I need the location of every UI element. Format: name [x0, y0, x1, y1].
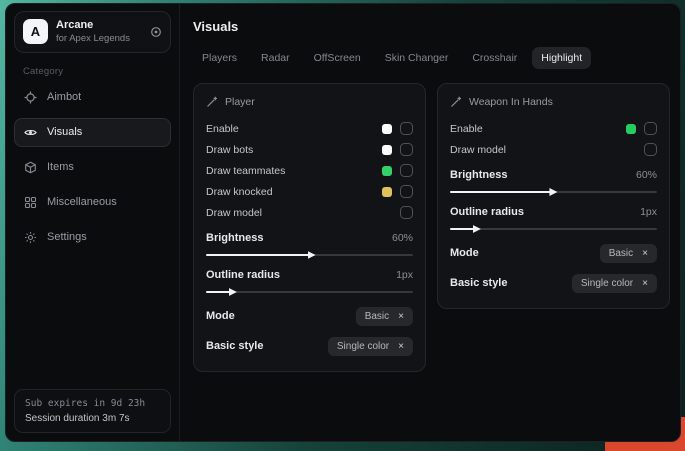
slider-track[interactable] [206, 254, 413, 256]
close-icon[interactable]: × [642, 278, 648, 289]
mode-chip[interactable]: Basic × [356, 307, 413, 326]
sidebar-item-label: Miscellaneous [47, 196, 117, 208]
sidebar: A Arcane for Apex Legends Category Aimbo… [6, 4, 180, 441]
tab-offscreen[interactable]: OffScreen [305, 47, 370, 69]
color-swatch[interactable] [626, 124, 636, 134]
tab-bar: Players Radar OffScreen Skin Changer Cro… [193, 47, 670, 69]
gear-icon [24, 231, 37, 244]
slider-track[interactable] [450, 191, 657, 193]
toggle-row-draw-model: Draw model [450, 139, 657, 160]
session-duration-text: Session duration 3m 7s [25, 413, 160, 424]
toggle-row-enable: Enable [206, 118, 413, 139]
select-mode: Mode Basic × [450, 242, 657, 264]
sidebar-item-settings[interactable]: Settings [14, 223, 171, 252]
slider-thumb[interactable] [549, 188, 557, 196]
target-icon[interactable] [150, 26, 162, 38]
color-swatch[interactable] [382, 124, 392, 134]
sidebar-item-visuals[interactable]: Visuals [14, 118, 171, 147]
sidebar-item-label: Settings [47, 231, 87, 243]
basic-style-chip[interactable]: Single color × [328, 337, 413, 356]
toggle-row-draw-teammates: Draw teammates [206, 160, 413, 181]
sidebar-item-label: Aimbot [47, 91, 81, 103]
color-swatch[interactable] [382, 187, 392, 197]
sidebar-item-items[interactable]: Items [14, 153, 171, 182]
eye-icon [24, 126, 37, 139]
slider-thumb[interactable] [229, 288, 237, 296]
checkbox[interactable] [400, 206, 413, 219]
app-subtitle: for Apex Legends [56, 33, 142, 45]
slider-outline-radius: Outline radius 1px [450, 206, 657, 230]
slider-track[interactable] [450, 228, 657, 230]
toggle-row-draw-model: Draw model [206, 202, 413, 223]
tab-crosshair[interactable]: Crosshair [463, 47, 526, 69]
sub-expires-text: Sub expires in 9d 23h [25, 398, 160, 409]
toggle-row-enable: Enable [450, 118, 657, 139]
checkbox[interactable] [400, 122, 413, 135]
close-icon[interactable]: × [398, 341, 404, 352]
sidebar-item-label: Visuals [47, 126, 82, 138]
checkbox[interactable] [400, 164, 413, 177]
sidebar-item-label: Items [47, 161, 74, 173]
slider-outline-radius: Outline radius 1px [206, 269, 413, 293]
slider-value: 60% [392, 232, 413, 244]
close-icon[interactable]: × [642, 248, 648, 259]
color-swatch[interactable] [382, 145, 392, 155]
checkbox[interactable] [644, 143, 657, 156]
app-logo: A [23, 19, 48, 44]
checkbox[interactable] [400, 143, 413, 156]
main-content: Visuals Players Radar OffScreen Skin Cha… [180, 4, 681, 441]
slider-thumb[interactable] [473, 225, 481, 233]
toggle-row-draw-knocked: Draw knocked [206, 181, 413, 202]
app-title: Arcane [56, 19, 142, 33]
grid-icon [24, 196, 37, 209]
panel-title: Weapon In Hands [469, 96, 553, 108]
panel-title: Player [225, 96, 255, 108]
close-icon[interactable]: × [398, 311, 404, 322]
slider-value: 60% [636, 169, 657, 181]
slider-brightness: Brightness 60% [206, 232, 413, 256]
checkbox[interactable] [644, 122, 657, 135]
app-logo-card: A Arcane for Apex Legends [14, 11, 171, 53]
color-swatch[interactable] [382, 166, 392, 176]
slider-track[interactable] [206, 291, 413, 293]
tab-players[interactable]: Players [193, 47, 246, 69]
weapon-in-hands-panel: Weapon In Hands Enable Draw model [437, 83, 670, 309]
checkbox[interactable] [400, 185, 413, 198]
tab-radar[interactable]: Radar [252, 47, 299, 69]
toggle-row-draw-bots: Draw bots [206, 139, 413, 160]
crosshair-icon [24, 91, 37, 104]
tab-skin-changer[interactable]: Skin Changer [376, 47, 458, 69]
wand-icon [450, 96, 462, 108]
player-panel: Player Enable Draw bots [193, 83, 426, 372]
sidebar-item-miscellaneous[interactable]: Miscellaneous [14, 188, 171, 217]
select-basic-style: Basic style Single color × [206, 335, 413, 357]
slider-value: 1px [640, 206, 657, 218]
page-title: Visuals [193, 19, 670, 34]
cube-icon [24, 161, 37, 174]
select-basic-style: Basic style Single color × [450, 272, 657, 294]
category-label: Category [23, 66, 171, 77]
basic-style-chip[interactable]: Single color × [572, 274, 657, 293]
app-window: A Arcane for Apex Legends Category Aimbo… [5, 3, 681, 442]
sidebar-item-aimbot[interactable]: Aimbot [14, 83, 171, 112]
slider-thumb[interactable] [308, 251, 316, 259]
tab-highlight[interactable]: Highlight [532, 47, 591, 69]
panels-row: Player Enable Draw bots [193, 83, 670, 372]
subscription-info-card: Sub expires in 9d 23h Session duration 3… [14, 389, 171, 433]
slider-brightness: Brightness 60% [450, 169, 657, 193]
mode-chip[interactable]: Basic × [600, 244, 657, 263]
select-mode: Mode Basic × [206, 305, 413, 327]
slider-value: 1px [396, 269, 413, 281]
wand-icon [206, 96, 218, 108]
